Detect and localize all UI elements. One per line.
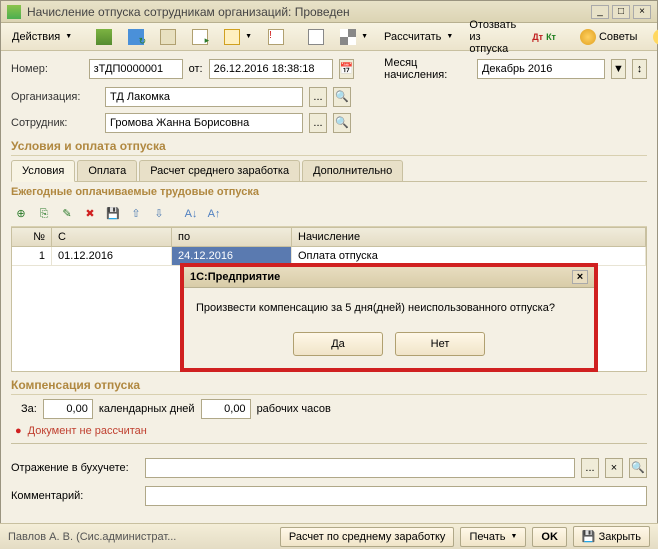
org-label: Организация:	[11, 91, 99, 103]
clear-icon[interactable]: !	[261, 26, 291, 48]
from-label: от:	[189, 63, 203, 75]
posted-icon[interactable]	[89, 26, 119, 48]
structure-icon[interactable]	[301, 26, 331, 48]
help-icon[interactable]: ?	[646, 26, 658, 48]
date-input[interactable]	[209, 59, 333, 79]
basis-icon[interactable]: ▼	[217, 26, 259, 48]
org-search-icon[interactable]: 🔍	[333, 87, 351, 107]
move-up-icon[interactable]: ⇧	[126, 204, 146, 224]
dialog-title: 1С:Предприятие	[190, 271, 572, 283]
tab-avg[interactable]: Расчет среднего заработка	[139, 160, 300, 181]
copy-icon[interactable]	[153, 26, 183, 48]
hours-label: рабочих часов	[257, 403, 331, 415]
calculate-menu[interactable]: Рассчитать▼	[377, 28, 460, 46]
close-button[interactable]: ×	[633, 5, 651, 19]
confirm-dialog: 1С:Предприятие × Произвести компенсацию …	[180, 263, 598, 372]
avg-calc-button[interactable]: Расчет по среднему заработку	[280, 527, 455, 547]
tab-payment[interactable]: Оплата	[77, 160, 137, 181]
month-dropdown-button[interactable]: ▼	[611, 59, 626, 79]
print-button[interactable]: Печать▼	[460, 527, 526, 547]
move-down-icon[interactable]: ⇩	[149, 204, 169, 224]
close-form-button[interactable]: 💾Закрыть	[573, 526, 650, 547]
section-conditions: Условия и оплата отпуска	[11, 139, 647, 156]
minimize-button[interactable]: _	[591, 5, 609, 19]
app-icon	[7, 5, 21, 19]
col-to[interactable]: по	[172, 228, 292, 246]
dialog-no-button[interactable]: Нет	[395, 332, 485, 356]
cell-num: 1	[12, 247, 52, 265]
save-row-icon[interactable]: 💾	[103, 204, 123, 224]
tree-icon[interactable]: ▼	[333, 26, 375, 48]
dialog-message: Произвести компенсацию за 5 дня(дней) не…	[196, 302, 555, 314]
status-user: Павлов А. В. (Сис.администрат...	[8, 531, 274, 543]
comment-input[interactable]	[145, 486, 647, 506]
date-picker-button[interactable]: 📅	[339, 59, 355, 79]
month-stepper-button[interactable]: ↕	[632, 59, 647, 79]
emp-input[interactable]	[105, 113, 303, 133]
delete-row-icon[interactable]: ✖	[80, 204, 100, 224]
error-text: Документ не рассчитан	[28, 425, 147, 437]
emp-label: Сотрудник:	[11, 117, 99, 129]
emp-search-icon[interactable]: 🔍	[333, 113, 351, 133]
actions-menu[interactable]: Действия▼	[5, 28, 79, 46]
grid-subheader: Ежегодные оплачиваемые трудовые отпуска	[11, 186, 647, 198]
ok-button[interactable]: OK	[532, 527, 567, 547]
org-select-button[interactable]: ...	[309, 87, 327, 107]
emp-select-button[interactable]: ...	[309, 113, 327, 133]
col-num[interactable]: №	[12, 228, 52, 246]
dialog-yes-button[interactable]: Да	[293, 332, 383, 356]
col-from[interactable]: С	[52, 228, 172, 246]
maximize-button[interactable]: □	[612, 5, 630, 19]
month-input[interactable]	[477, 59, 605, 79]
month-label: Месяц начисления:	[384, 57, 465, 81]
tab-conditions[interactable]: Условия	[11, 160, 75, 182]
za-label: За:	[21, 403, 37, 415]
acc-input[interactable]	[145, 458, 575, 478]
acc-search-icon[interactable]: 🔍	[629, 458, 647, 478]
number-input[interactable]	[89, 59, 183, 79]
recall-button[interactable]: Отозвать из отпуска	[462, 16, 523, 58]
acc-label: Отражение в бухучете:	[11, 462, 139, 474]
edit-row-icon[interactable]: ✎	[57, 204, 77, 224]
days-label: календарных дней	[99, 403, 195, 415]
tips-button[interactable]: Советы	[573, 26, 644, 48]
report-icon[interactable]: ▸	[185, 26, 215, 48]
copy-row-icon[interactable]: ⎘	[34, 204, 54, 224]
section-compensation: Компенсация отпуска	[11, 378, 647, 395]
comment-label: Комментарий:	[11, 490, 139, 502]
days-input[interactable]	[43, 399, 93, 419]
dialog-close-icon[interactable]: ×	[572, 270, 588, 284]
sort-asc-icon[interactable]: A↓	[181, 204, 201, 224]
acc-clear-button[interactable]: ×	[605, 458, 623, 478]
number-label: Номер:	[11, 63, 83, 75]
save-icon[interactable]: ↻	[121, 26, 151, 48]
sort-desc-icon[interactable]: A↑	[204, 204, 224, 224]
dt-kt-icon[interactable]: ДтКт	[525, 29, 563, 45]
warning-icon: ●	[15, 425, 22, 437]
col-calc[interactable]: Начисление	[292, 228, 646, 246]
hours-input[interactable]	[201, 399, 251, 419]
acc-select-button[interactable]: ...	[581, 458, 599, 478]
org-input[interactable]	[105, 87, 303, 107]
add-row-icon[interactable]: ⊕	[11, 204, 31, 224]
tab-extra[interactable]: Дополнительно	[302, 160, 403, 181]
cell-from: 01.12.2016	[52, 247, 172, 265]
